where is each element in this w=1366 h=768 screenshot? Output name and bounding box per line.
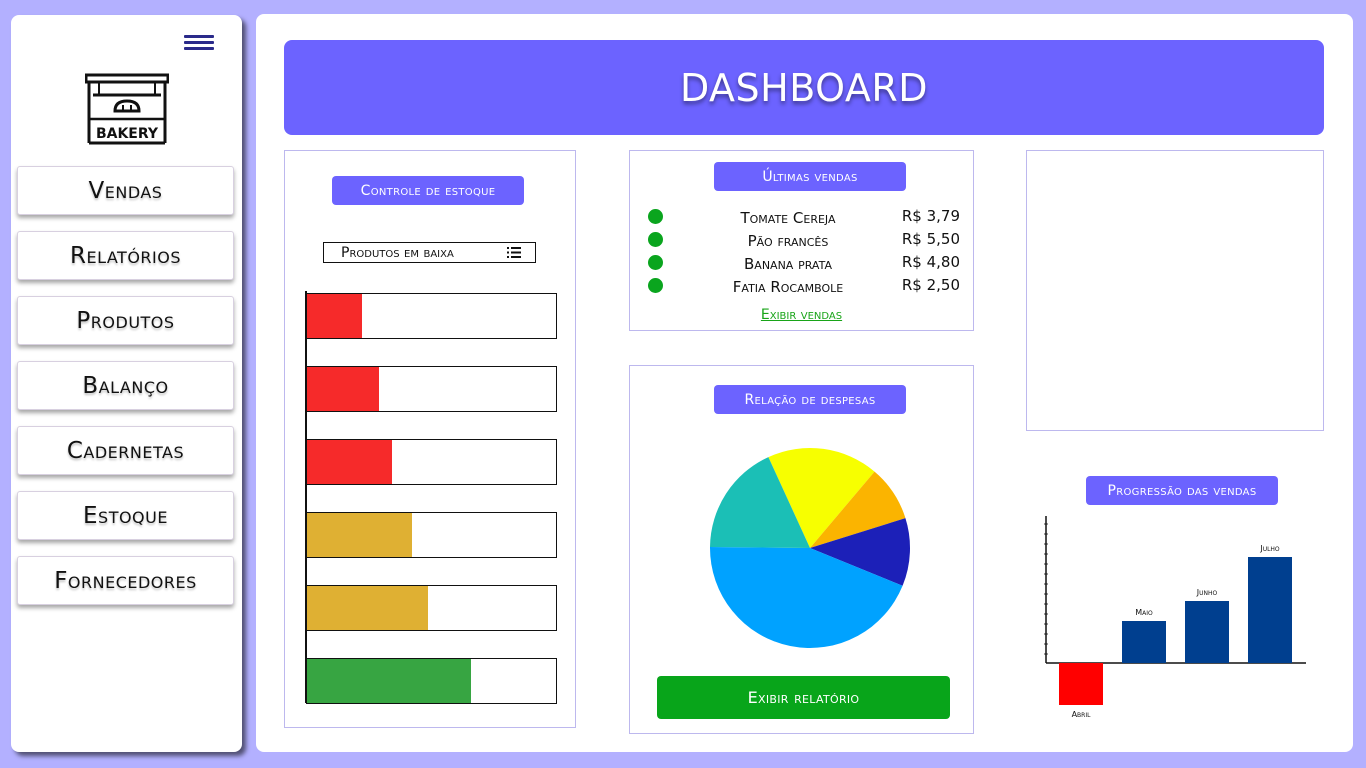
sidebar-item-estoque[interactable]: Estoque (17, 491, 234, 540)
sale-product: Fatia Rocambole (732, 278, 844, 296)
bar-label: Maio (1135, 608, 1153, 617)
expenses-title: Relação de despesas (714, 385, 906, 414)
stock-level-fill (307, 440, 392, 484)
stock-level-bar (306, 585, 557, 631)
bakery-logo: BAKERY (85, 73, 169, 145)
sidebar-item-vendas[interactable]: Vendas (17, 166, 234, 215)
sidebar-item-relatorios[interactable]: Relatórios (17, 231, 234, 280)
sale-product: Banana prata (744, 255, 832, 273)
stock-level-fill (307, 513, 412, 557)
hamburger-menu-icon[interactable] (184, 35, 214, 53)
sale-product: Pão francês (747, 232, 829, 250)
stock-level-bar (306, 512, 557, 558)
sales-bar (1122, 621, 1166, 663)
latest-sales-card: Últimas vendas Tomate Cereja R$ 3,79 Pão… (629, 150, 974, 331)
empty-widget-card (1026, 150, 1324, 431)
list-icon (507, 247, 521, 258)
stock-level-fill (307, 367, 380, 411)
status-dot-icon (648, 209, 663, 224)
sales-bar (1059, 663, 1103, 705)
sale-price: R$ 5,50 (901, 230, 960, 248)
sales-bar (1185, 601, 1229, 663)
sales-progress-chart: Abril Maio Junho Julho (1044, 516, 1306, 719)
sidebar-item-produtos[interactable]: Produtos (17, 296, 234, 345)
sidebar-item-cadernetas[interactable]: Cadernetas (17, 426, 234, 475)
latest-sales-title: Últimas vendas (714, 162, 906, 191)
stock-level-bar (306, 293, 557, 339)
sidebar: BAKERY Vendas Relatórios Produtos Balanç… (11, 15, 242, 752)
stock-control-title: Controle de estoque (332, 176, 524, 205)
stock-level-fill (307, 586, 428, 630)
sale-row: Tomate Cereja R$ 3,79 (648, 207, 960, 227)
low-stock-dropdown-label: Produtos em baixa (341, 244, 454, 261)
stock-level-bar (306, 439, 557, 485)
logo-text: BAKERY (96, 126, 159, 142)
bar-label: Julho (1259, 544, 1280, 553)
sidebar-item-fornecedores[interactable]: Fornecedores (17, 556, 234, 605)
page-header: DASHBOARD (284, 40, 1324, 135)
sale-price: R$ 4,80 (901, 253, 960, 271)
sale-price: R$ 3,79 (901, 207, 960, 225)
expenses-card: Relação de despesas Exibir relatório (629, 365, 974, 734)
bar-label: Abril (1072, 710, 1092, 719)
main-panel: DASHBOARD Controle de estoque Produtos e… (256, 14, 1353, 752)
stock-bars-axis (305, 291, 307, 703)
page-title: DASHBOARD (679, 65, 929, 110)
sale-price: R$ 2,50 (901, 276, 960, 294)
show-report-button[interactable]: Exibir relatório (657, 676, 950, 719)
status-dot-icon (648, 278, 663, 293)
stock-level-fill (307, 294, 362, 338)
status-dot-icon (648, 232, 663, 247)
stock-level-bar (306, 366, 557, 412)
sale-row: Banana prata R$ 4,80 (648, 253, 960, 273)
stock-level-bar (306, 658, 557, 704)
sale-product: Tomate Cereja (740, 209, 836, 227)
sidebar-item-balanco[interactable]: Balanço (17, 361, 234, 410)
stock-control-card: Controle de estoque Produtos em baixa (284, 150, 576, 728)
bar-label: Junho (1196, 588, 1218, 597)
low-stock-dropdown[interactable]: Produtos em baixa (323, 242, 536, 263)
sale-row: Pão francês R$ 5,50 (648, 230, 960, 250)
status-dot-icon (648, 255, 663, 270)
show-sales-link[interactable]: Exibir vendas (630, 307, 973, 323)
sales-bar (1248, 557, 1292, 663)
expenses-pie-chart (710, 448, 910, 648)
stock-level-fill (307, 659, 472, 703)
sale-row: Fatia Rocambole R$ 2,50 (648, 276, 960, 296)
